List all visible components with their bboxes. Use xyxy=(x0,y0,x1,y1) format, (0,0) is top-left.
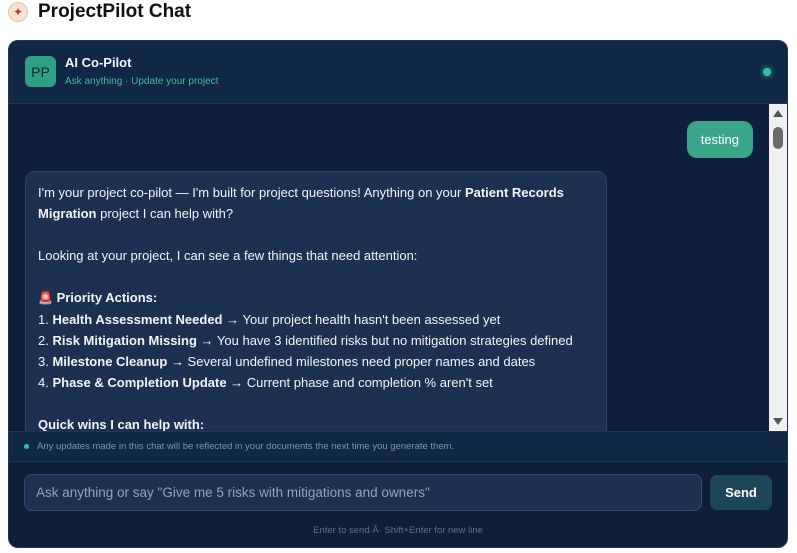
bot-message: I'm your project co-pilot — I'm built fo… xyxy=(25,171,607,431)
scroll-up-arrow-icon[interactable] xyxy=(773,110,783,117)
user-message: testing xyxy=(686,121,753,158)
list-item: 2. Risk Mitigation Missing → You have 3 … xyxy=(38,333,573,348)
notice-dot-icon xyxy=(24,444,29,449)
scroll-thumb[interactable] xyxy=(773,127,783,149)
bot-name: AI Co-Pilot xyxy=(65,55,132,70)
avatar: PP xyxy=(25,56,56,87)
scroll-down-arrow-icon[interactable] xyxy=(773,418,783,425)
list-item: 1. Health Assessment Needed → Your proje… xyxy=(38,312,501,327)
list-item: 3. Milestone Cleanup → Several undefined… xyxy=(38,354,536,369)
compass-icon: ✦ xyxy=(8,2,28,22)
keyboard-hint: Enter to send Â· Shift+Enter for new lin… xyxy=(313,525,483,536)
chat-panel: PP AI Co-Pilot Ask anything · Update you… xyxy=(8,40,788,548)
message-list[interactable]: testing I'm your project co-pilot — I'm … xyxy=(9,104,769,431)
chat-header: PP AI Co-Pilot Ask anything · Update you… xyxy=(9,41,787,104)
page-title: ProjectPilot Chat xyxy=(38,1,192,22)
bot-message-summary: Looking at your project, I can see a few… xyxy=(38,248,418,263)
send-button[interactable]: Send xyxy=(710,475,772,510)
siren-icon: 🚨 xyxy=(38,291,53,305)
sync-notice: Any updates made in this chat will be re… xyxy=(9,431,787,462)
quick-wins-heading: Quick wins I can help with: xyxy=(38,417,205,431)
sync-notice-text: Any updates made in this chat will be re… xyxy=(37,441,455,452)
message-input[interactable] xyxy=(24,474,702,511)
composer: Send Enter to send Â· Shift+Enter for ne… xyxy=(9,462,787,547)
message-scrollbar[interactable] xyxy=(769,104,787,431)
online-status-dot xyxy=(763,68,771,76)
bot-subtitle: Ask anything · Update your project xyxy=(65,76,219,87)
bot-message-intro: I'm your project co-pilot — I'm built fo… xyxy=(38,185,564,221)
page-header: ✦ ProjectPilot Chat xyxy=(8,0,191,24)
priority-heading: 🚨 Priority Actions: xyxy=(38,290,158,305)
list-item: 4. Phase & Completion Update → Current p… xyxy=(38,375,493,390)
